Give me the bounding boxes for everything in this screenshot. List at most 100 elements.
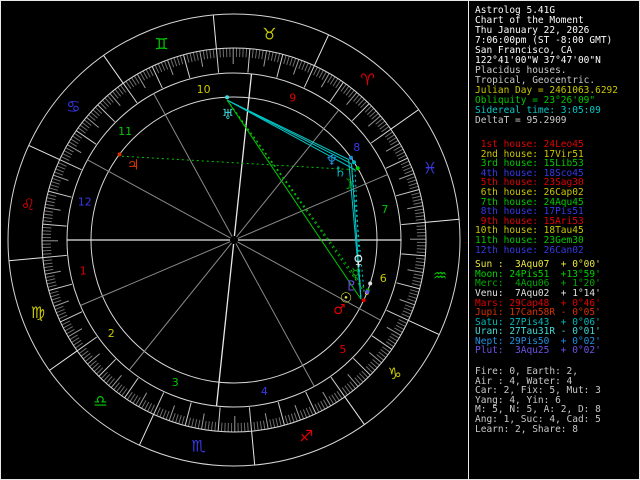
degree-tick <box>286 55 290 65</box>
degree-tick <box>49 184 59 188</box>
degree-tick <box>414 208 424 212</box>
chart-wheel: ♈♉♊♋♌♍♎♏♐♑♒♓123456789101112☉☽☿♀♂♃ ♄♅♆♇ <box>7 13 461 467</box>
degree-tick <box>192 52 196 62</box>
house-cusp-2 <box>80 241 231 306</box>
degree-tick <box>55 168 65 173</box>
degree-tick <box>287 414 292 424</box>
degree-tick <box>283 55 287 65</box>
degree-tick <box>253 421 256 431</box>
sign-glyph-taurus: ♉ <box>262 25 276 44</box>
degree-tick <box>44 207 61 211</box>
sign-glyph-cancer: ♋ <box>66 97 80 116</box>
degree-tick <box>408 295 418 299</box>
degree-tick <box>42 249 52 252</box>
degree-tick <box>45 270 61 275</box>
sign-boundary <box>212 14 217 49</box>
house-number-3: 3 <box>172 376 179 389</box>
degree-tick <box>42 254 67 259</box>
planet-row-10: Plut: 3Aqu25 + 0°02' <box>475 345 601 357</box>
element-tallies: Fire: 0, Earth: 2, Air : 4, Water: 4 Car: … <box>475 367 639 434</box>
house-cusp-5 <box>235 243 315 387</box>
sign-boundary <box>313 34 330 66</box>
house-cusp-12 <box>87 159 231 239</box>
degree-tick <box>147 403 153 412</box>
sign-glyph-libra: ♎ <box>93 391 107 410</box>
house-number-9: 9 <box>289 92 296 105</box>
degree-tick <box>413 273 423 277</box>
degree-tick <box>98 358 117 377</box>
planet-glyph-venu: ♀ <box>353 253 363 269</box>
degree-tick <box>44 210 54 213</box>
sign-boundary <box>138 414 155 446</box>
degree-tick <box>416 251 426 254</box>
degree-tick <box>397 321 406 327</box>
degree-tick <box>75 130 97 145</box>
degree-tick <box>47 284 57 288</box>
aspect-line-jupi-moon <box>121 155 356 171</box>
degree-tick <box>412 198 422 202</box>
sign-boundary <box>408 319 440 336</box>
planet-position-list: Sun : 3Aqu07 + 0°00' Moon: 24Pis51 +13°59… <box>475 260 639 356</box>
chart-info: Astrolog 5.41G Chart of the Moment Thu Jan… <box>475 6 639 126</box>
degree-tick <box>163 60 169 70</box>
degree-tick <box>51 296 61 301</box>
degree-tick <box>320 400 326 410</box>
degree-tick <box>258 49 261 59</box>
degree-tick <box>97 104 116 123</box>
degree-tick <box>136 73 146 89</box>
degree-tick <box>370 128 392 144</box>
house-number-10: 10 <box>197 83 211 96</box>
degree-tick <box>413 276 423 280</box>
degree-tick <box>222 48 225 58</box>
degree-tick <box>54 305 64 311</box>
degree-tick <box>403 307 413 312</box>
degree-tick <box>256 421 259 431</box>
sign-boundary <box>390 109 419 130</box>
degree-tick <box>45 203 55 207</box>
degree-tick <box>321 71 327 80</box>
planet-dot-mars <box>361 298 366 303</box>
degree-tick <box>407 298 416 303</box>
sign-glyph-aries: ♈ <box>360 70 374 89</box>
sign-boundary <box>49 350 78 371</box>
degree-tick <box>42 226 52 229</box>
degree-tick <box>416 228 426 231</box>
degree-tick <box>302 409 308 418</box>
degree-tick <box>411 195 422 199</box>
house-number-7: 7 <box>381 203 388 216</box>
house-cusp-list: 1st house: 24Leo45 2nd house: 17Vir51 3r… <box>475 140 639 255</box>
degree-tick <box>175 414 179 424</box>
sign-glyph-leo: ♌ <box>21 195 35 214</box>
degree-tick <box>43 213 53 216</box>
sign-glyph-capricorn: ♑ <box>388 364 402 383</box>
degree-tick <box>58 314 68 320</box>
house-number-4: 4 <box>261 385 268 398</box>
degree-tick <box>154 64 160 74</box>
degree-tick <box>318 69 324 79</box>
degree-tick <box>264 413 269 429</box>
house-number-6: 6 <box>380 272 387 285</box>
degree-tick <box>277 401 285 426</box>
house-cusp-11 <box>153 93 233 237</box>
degree-tick <box>270 51 274 61</box>
degree-tick <box>47 193 57 197</box>
degree-tick <box>398 319 408 324</box>
degree-tick <box>48 283 73 291</box>
degree-tick <box>352 357 371 376</box>
degree-tick <box>386 326 401 336</box>
degree-tick <box>148 67 154 77</box>
planet-dot-nept <box>349 155 353 160</box>
degree-tick <box>191 418 195 428</box>
degree-tick <box>403 166 412 172</box>
planet-dot-jupi <box>117 152 122 157</box>
degree-tick <box>141 400 147 409</box>
degree-tick <box>401 253 426 257</box>
degree-tick <box>210 421 213 431</box>
info-panel: Astrolog 5.41G Chart of the Moment Thu Jan… <box>469 1 639 479</box>
degree-tick <box>251 48 254 58</box>
degree-tick <box>414 267 424 270</box>
degree-tick <box>298 60 303 70</box>
degree-tick <box>197 419 201 429</box>
degree-tick <box>400 160 410 166</box>
degree-tick <box>307 64 312 73</box>
